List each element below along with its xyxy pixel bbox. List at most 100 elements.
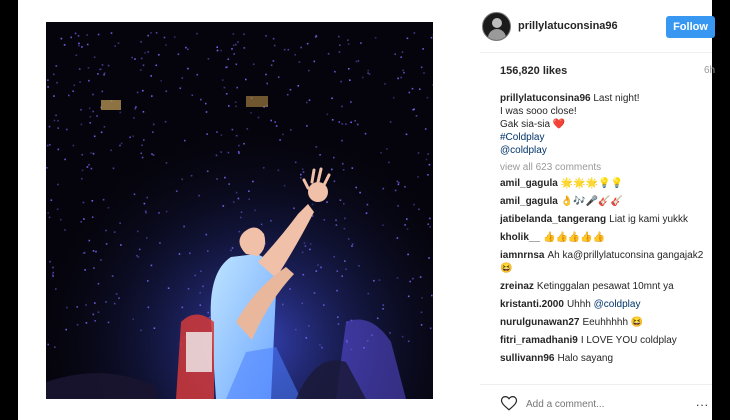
crowd-light	[389, 332, 391, 334]
crowd-light	[66, 306, 68, 309]
follow-button[interactable]: Follow	[666, 16, 715, 38]
comment-username[interactable]: kholik__	[500, 232, 540, 243]
crowd-light	[313, 292, 316, 294]
crowd-light	[334, 70, 336, 73]
crowd-light	[365, 212, 368, 214]
crowd-light	[76, 306, 78, 308]
crowd-light	[331, 168, 333, 171]
crowd-light	[216, 49, 219, 52]
crowd-light	[200, 98, 202, 101]
crowd-light	[301, 302, 304, 305]
crowd-light	[216, 46, 218, 48]
crowd-light	[429, 217, 431, 220]
crowd-light	[411, 87, 414, 90]
caption-username[interactable]: prillylatuconsina96	[500, 93, 591, 104]
mention-coldplay[interactable]: @coldplay	[500, 144, 712, 157]
crowd-light	[341, 139, 343, 142]
crowd-light	[146, 237, 148, 239]
crowd-light	[223, 86, 226, 89]
crowd-light	[257, 116, 260, 119]
crowd-light	[137, 256, 140, 258]
crowd-light	[144, 52, 146, 54]
crowd-light	[90, 152, 92, 154]
crowd-light	[335, 219, 337, 221]
likes-count[interactable]: 156,820 likes	[500, 65, 567, 77]
crowd-light	[231, 247, 234, 249]
caption-line-2: I was sooo close!	[500, 106, 577, 117]
comment-username[interactable]: fitri_ramadhani9	[500, 335, 578, 346]
post-time[interactable]: 6h	[704, 65, 715, 76]
crowd-light	[277, 169, 280, 172]
crowd-light	[396, 180, 399, 183]
crowd-light	[277, 76, 280, 78]
crowd-light	[70, 36, 72, 39]
crowd-light	[224, 176, 226, 179]
crowd-light	[430, 36, 433, 39]
crowd-light	[367, 292, 370, 295]
comment-username[interactable]: jatibelanda_tangerang	[500, 214, 606, 225]
crowd-light	[114, 45, 116, 47]
crowd-light	[367, 72, 369, 74]
crowd-light	[86, 166, 89, 168]
crowd-light	[354, 120, 356, 122]
comment-username[interactable]: sullivann96	[500, 353, 554, 364]
crowd-light	[86, 34, 88, 36]
crowd-light	[147, 34, 149, 37]
crowd-light	[46, 144, 49, 147]
crowd-light	[57, 148, 60, 151]
more-options-icon[interactable]: ...	[696, 395, 709, 409]
crowd-light	[319, 154, 321, 156]
crowd-light	[107, 64, 110, 67]
crowd-light	[205, 233, 208, 236]
crowd-light	[159, 242, 161, 244]
crowd-light	[55, 114, 57, 117]
crowd-light	[228, 105, 230, 107]
crowd-light	[80, 109, 82, 111]
crowd-light	[426, 96, 429, 99]
crowd-light	[235, 191, 238, 194]
header-username[interactable]: prillylatuconsina96	[518, 20, 618, 32]
comment-username[interactable]: kristanti.2000	[500, 299, 564, 310]
crowd-light	[179, 87, 182, 89]
crowd-light	[289, 288, 291, 290]
crowd-light	[270, 64, 273, 66]
crowd-light	[92, 93, 94, 96]
crowd-light	[110, 32, 113, 34]
hashtag-coldplay[interactable]: #Coldplay	[500, 131, 712, 144]
comment-username[interactable]: iamnrnsa	[500, 250, 544, 261]
crowd-light	[103, 126, 106, 128]
crowd-light	[86, 43, 89, 46]
crowd-light	[60, 218, 62, 221]
crowd-light	[142, 64, 145, 67]
comment-row: nurulgunawan27 Eeuhhhhh 😆	[500, 316, 712, 329]
crowd-light	[132, 318, 134, 320]
crowd-light	[227, 58, 230, 60]
comment-text: Halo sayang	[557, 353, 614, 364]
crowd-light	[405, 133, 408, 136]
crowd-light	[347, 238, 350, 240]
crowd-light	[85, 304, 87, 306]
comment-text: 👍👍👍👍👍	[543, 232, 606, 243]
crowd-light	[396, 237, 399, 239]
post-photo	[46, 22, 433, 399]
comments-section: prillylatuconsina96 Last night! I was so…	[500, 92, 712, 380]
comment-username[interactable]: amil_gagula	[500, 178, 558, 189]
crowd-light	[101, 90, 104, 93]
add-comment-input[interactable]	[526, 396, 676, 412]
comment-username[interactable]: zreinaz	[500, 281, 534, 292]
crowd-light	[78, 68, 81, 70]
like-heart-icon[interactable]	[500, 394, 518, 412]
crowd-light	[358, 265, 360, 267]
comment-mention-link[interactable]: @coldplay	[594, 299, 641, 310]
crowd-light	[429, 226, 431, 228]
comment-username[interactable]: nurulgunawan27	[500, 317, 579, 328]
crowd-light	[141, 144, 143, 147]
crowd-light	[394, 189, 397, 192]
crowd-light	[311, 203, 314, 206]
comment-text: I LOVE YOU coldplay	[580, 335, 677, 346]
crowd-light	[422, 48, 424, 50]
comment-username[interactable]: amil_gagula	[500, 196, 558, 207]
view-all-comments-link[interactable]: view all 623 comments	[500, 161, 712, 174]
avatar[interactable]	[482, 12, 511, 41]
crowd-light	[272, 37, 275, 40]
